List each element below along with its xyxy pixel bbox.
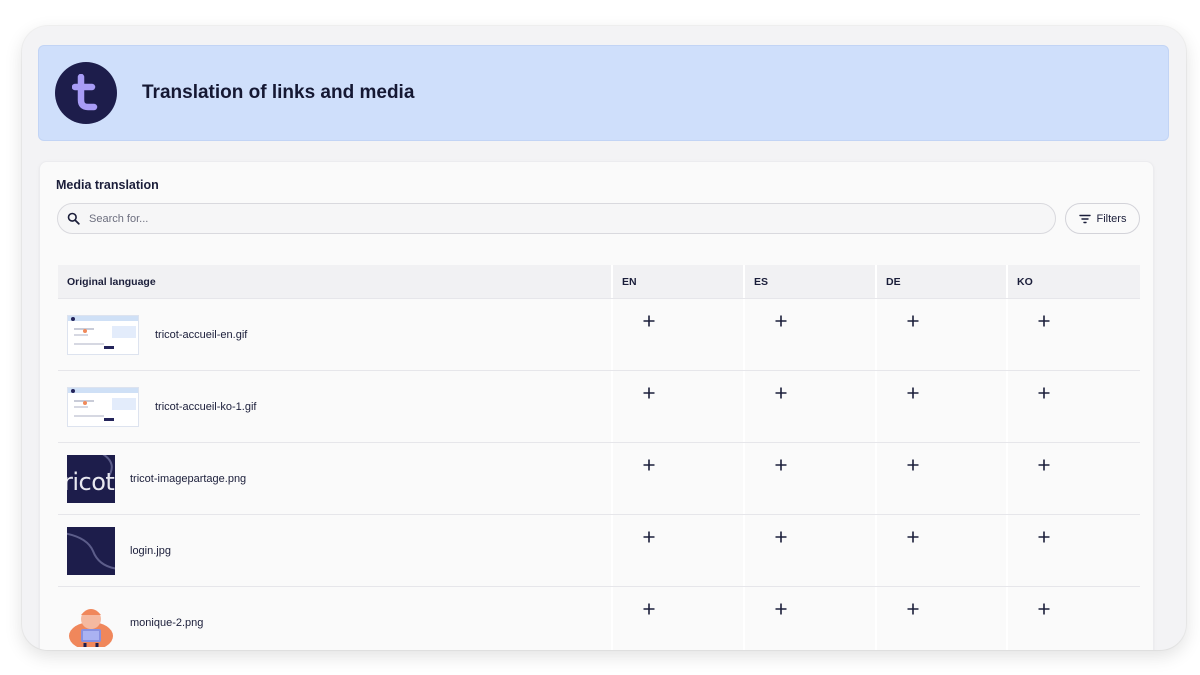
table-row: ricot tricot-imagepartage.png [58, 442, 1140, 514]
logo [55, 62, 117, 124]
cell-ko [1008, 587, 1140, 650]
app-window: Translation of links and media Media tra… [22, 26, 1186, 650]
cell-de [877, 299, 1008, 370]
file-thumbnail [67, 599, 115, 650]
cell-en [613, 515, 745, 586]
plus-icon[interactable] [775, 315, 787, 327]
cell-es [745, 515, 877, 586]
search-icon [67, 212, 80, 225]
logo-t-icon [72, 74, 98, 111]
media-table: Original language EN ES DE KO tricot-acc… [58, 265, 1140, 650]
column-header-ko: KO [1017, 275, 1033, 288]
table-row: tricot-accueil-ko-1.gif [58, 370, 1140, 442]
file-name: tricot-imagepartage.png [130, 472, 247, 485]
file-thumbnail [67, 386, 139, 427]
plus-icon[interactable] [907, 603, 919, 615]
file-thumbnail [67, 526, 115, 575]
media-translation-panel: Media translation Search for... Filters … [39, 161, 1154, 650]
thumbnail-text: ricot [67, 467, 115, 496]
file-thumbnail: ricot [67, 454, 115, 503]
file-name: monique-2.png [130, 616, 204, 629]
table-row: login.jpg [58, 514, 1140, 586]
cell-en [613, 443, 745, 514]
cell-de [877, 587, 1008, 650]
cell-en [613, 299, 745, 370]
cell-ko [1008, 515, 1140, 586]
file-thumbnail [67, 314, 139, 355]
column-header-en: EN [613, 265, 745, 298]
cell-es [745, 299, 877, 370]
plus-icon[interactable] [643, 459, 655, 471]
plus-icon[interactable] [1038, 387, 1050, 399]
file-cell: monique-2.png [58, 587, 613, 650]
search-input[interactable]: Search for... [57, 203, 1056, 234]
table-header: Original language EN ES DE KO [58, 265, 1140, 298]
cell-ko [1008, 371, 1140, 442]
cell-ko [1008, 299, 1140, 370]
file-name: login.jpg [130, 544, 171, 557]
column-header-es: ES [745, 265, 877, 298]
table-row: tricot-accueil-en.gif [58, 298, 1140, 370]
search-placeholder: Search for... [89, 212, 149, 225]
plus-icon[interactable] [775, 459, 787, 471]
plus-icon[interactable] [907, 315, 919, 327]
panel-title: Media translation [56, 178, 159, 192]
plus-icon[interactable] [775, 387, 787, 399]
table-row: monique-2.png [58, 586, 1140, 650]
cell-de [877, 371, 1008, 442]
column-header-original-language: Original language [58, 265, 613, 298]
plus-icon[interactable] [775, 603, 787, 615]
filter-icon [1078, 214, 1091, 224]
cell-es [745, 371, 877, 442]
plus-icon[interactable] [643, 531, 655, 543]
column-header-de: DE [877, 265, 1008, 298]
plus-icon[interactable] [1038, 315, 1050, 327]
file-cell: tricot-accueil-en.gif [58, 299, 613, 370]
cell-de [877, 443, 1008, 514]
avatar-illustration-icon [69, 608, 113, 650]
filters-button[interactable]: Filters [1065, 203, 1140, 234]
cell-es [745, 443, 877, 514]
cell-en [613, 587, 745, 650]
page-title: Translation of links and media [142, 82, 415, 103]
file-name: tricot-accueil-ko-1.gif [155, 400, 257, 413]
plus-icon[interactable] [907, 387, 919, 399]
file-cell: ricot tricot-imagepartage.png [58, 443, 613, 514]
plus-icon[interactable] [643, 603, 655, 615]
page-header: Translation of links and media [38, 45, 1169, 141]
plus-icon[interactable] [643, 387, 655, 399]
file-cell: login.jpg [58, 515, 613, 586]
filters-label: Filters [1096, 212, 1127, 225]
plus-icon[interactable] [907, 531, 919, 543]
cell-de [877, 515, 1008, 586]
plus-icon[interactable] [643, 315, 655, 327]
cell-ko [1008, 443, 1140, 514]
cell-es [745, 587, 877, 650]
plus-icon[interactable] [1038, 531, 1050, 543]
plus-icon[interactable] [1038, 603, 1050, 615]
plus-icon[interactable] [1038, 459, 1050, 471]
plus-icon[interactable] [907, 459, 919, 471]
file-name: tricot-accueil-en.gif [155, 328, 248, 341]
cell-en [613, 371, 745, 442]
plus-icon[interactable] [775, 531, 787, 543]
file-cell: tricot-accueil-ko-1.gif [58, 371, 613, 442]
